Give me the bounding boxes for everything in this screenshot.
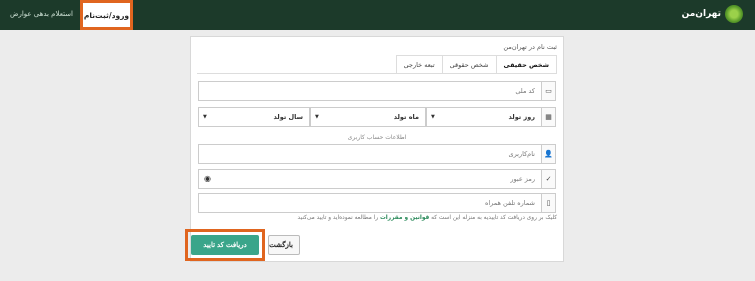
id-card-icon: ▭ — [542, 81, 556, 101]
back-button[interactable]: بازگشت — [268, 235, 300, 255]
calendar-icon: ▦ — [542, 107, 556, 127]
mobile-row: ▯ شماره تلفن همراه — [198, 193, 556, 213]
chevron-down-icon: ▼ — [315, 114, 319, 120]
panel-title: ثبت نام در تهران‌من — [503, 43, 557, 51]
national-code-row: ▭ کد ملی — [198, 81, 556, 101]
key-icon: ✓ — [542, 169, 556, 189]
mobile-input[interactable]: شماره تلفن همراه — [198, 193, 542, 213]
birth-month-label: ماه تولد — [393, 113, 419, 121]
terms-link[interactable]: قوانین و مقررات — [380, 215, 429, 221]
username-input[interactable]: نام‌کاربری — [198, 144, 542, 164]
tabs-divider — [197, 73, 557, 74]
person-type-tabs: شخص حقیقی شخص حقوقی تبعه خارجی — [395, 55, 557, 74]
birth-day-select[interactable]: روز تولد ▼ — [426, 107, 542, 127]
birth-year-label: سال تولد — [273, 113, 303, 121]
password-input[interactable]: رمز عبور ◉ — [198, 169, 542, 189]
eye-icon[interactable]: ◉ — [204, 170, 211, 188]
chevron-down-icon: ▼ — [431, 114, 435, 120]
toll-debt-inquiry-link[interactable]: استعلام بدهی عوارض — [10, 10, 73, 18]
tab-legal-person[interactable]: شخص حقوقی — [441, 55, 497, 74]
password-placeholder: رمز عبور — [510, 175, 535, 183]
terms-notice: کلیک بر روی دریافت کد تاییدیه به منزله ا… — [298, 215, 557, 221]
birth-year-select[interactable]: سال تولد ▼ — [198, 107, 310, 127]
logo-icon — [725, 5, 743, 23]
phone-icon: ▯ — [542, 193, 556, 213]
brand-name: تهران‌من — [681, 9, 721, 19]
terms-prefix: کلیک بر روی دریافت کد تاییدیه به منزله ا… — [431, 215, 557, 221]
birth-day-label: روز تولد — [508, 113, 536, 121]
username-row: 👤 نام‌کاربری — [198, 144, 556, 164]
tab-foreign-national[interactable]: تبعه خارجی — [395, 55, 443, 74]
brand-logo[interactable]: تهران‌من — [682, 5, 743, 23]
get-verification-code-button[interactable]: دریافت کد تایید — [191, 235, 259, 255]
terms-suffix: را مطالعه نموده‌اید و تایید می‌کنید — [297, 215, 379, 221]
login-register-tab[interactable]: ورود/ثبت‌نام — [80, 0, 133, 30]
chevron-down-icon: ▼ — [203, 114, 207, 120]
user-icon: 👤 — [542, 144, 556, 164]
account-info-caption: اطلاعات حساب کاربری — [347, 134, 407, 141]
password-row: ✓ رمز عبور ◉ — [198, 169, 556, 189]
birth-month-select[interactable]: ماه تولد ▼ — [310, 107, 426, 127]
tab-natural-person[interactable]: شخص حقیقی — [495, 55, 557, 74]
confirm-button-highlight: دریافت کد تایید — [185, 229, 265, 261]
top-navigation-bar: تهران‌من ورود/ثبت‌نام استعلام بدهی عوارض — [0, 0, 755, 30]
national-code-input[interactable]: کد ملی — [198, 81, 542, 101]
birth-date-row: ▦ روز تولد ▼ ماه تولد ▼ سال تولد ▼ — [198, 107, 556, 127]
